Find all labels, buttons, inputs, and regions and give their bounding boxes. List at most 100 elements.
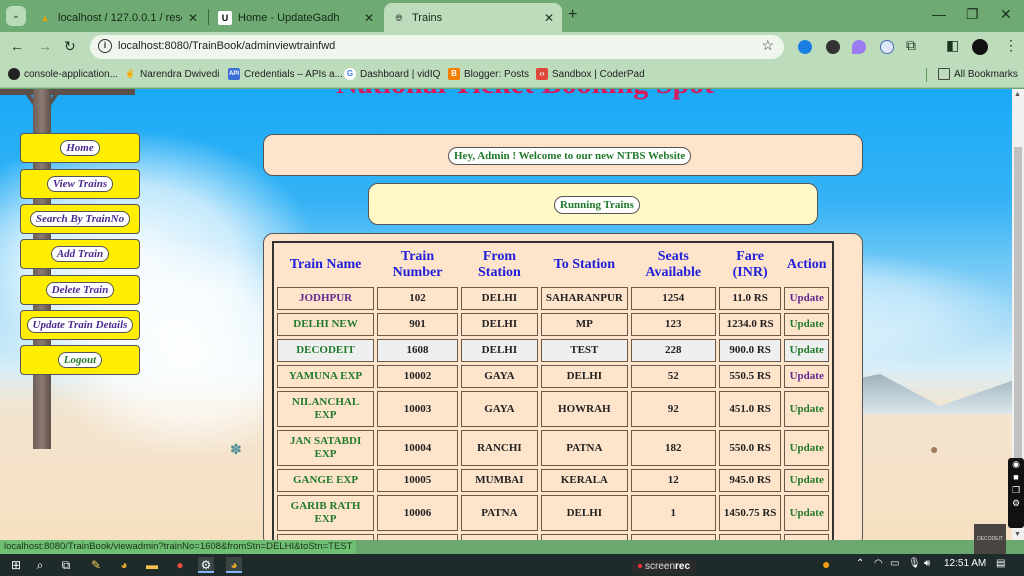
bookmarks-separator [926,68,927,82]
train-name-cell[interactable]: NILANCHAL EXP [277,391,375,427]
bookmark-item[interactable]: ‹› Sandbox | CoderPad [536,68,645,80]
extension-icon[interactable] [826,40,840,54]
bookmark-item[interactable]: B Blogger: Posts [448,68,529,80]
update-link[interactable]: Update [784,391,829,427]
close-window-button[interactable]: ✕ [1000,6,1012,23]
page-viewport: ✽ ● National Ticket Booking Spot Home Vi… [0,89,1012,540]
search-icon[interactable]: ⌕ [32,557,48,573]
gear-icon[interactable]: ⚙ [1008,497,1024,510]
to-station-cell: KERALA [540,469,628,492]
sidebar-item-view-trains[interactable]: View Trains [20,169,140,199]
tab-phpmyadmin[interactable]: ▲ localhost / 127.0.0.1 / reservatic ✕ [30,3,206,32]
profile-avatar[interactable] [972,39,988,55]
update-link[interactable]: Update [784,430,829,466]
chrome-active-icon[interactable]: ◕ [226,557,242,573]
phpmyadmin-icon: ▲ [40,12,50,23]
update-link[interactable]: Update [784,339,829,362]
menu-kebab-icon[interactable]: ⋮ [1004,37,1018,54]
scroll-down-arrow[interactable]: ▼ [1014,531,1021,538]
microphone-icon[interactable]: 🎙︎ [908,558,921,569]
sidebar-item-add-train[interactable]: Add Train [20,239,140,269]
bookmarks-bar: console-application... ✌ Narendra Dwivedi… [0,62,1024,88]
welcome-panel: Hey, Admin ! Welcome to our new NTBS Web… [263,134,863,176]
side-panel-icon[interactable]: ◧ [946,37,959,54]
bookmark-item[interactable]: ✌ Narendra Dwivedi [124,68,219,80]
train-name-cell[interactable]: DECODEIT [277,339,375,362]
update-link[interactable]: Update [784,534,829,540]
all-bookmarks-button[interactable]: All Bookmarks [938,68,1018,80]
back-button[interactable]: ← [10,38,24,54]
col-train-name: Train Name [289,257,362,272]
bookmark-star-icon[interactable]: ☆ [761,37,774,54]
train-number-cell: 10005 [377,469,458,492]
update-link[interactable]: Update [784,495,829,531]
extension-icon[interactable] [798,40,812,54]
folder-icon [938,68,950,80]
sidebar-item-update-train-details[interactable]: Update Train Details [20,310,140,340]
chrome-icon[interactable]: ◕ [116,557,132,573]
reload-button[interactable]: ↻ [64,38,76,55]
train-name-cell[interactable]: DELHI NEW [277,313,375,336]
update-link[interactable]: Update [784,287,829,310]
url-text[interactable]: localhost:8080/TrainBook/adminviewtrainf… [118,40,335,52]
update-link[interactable]: Update [784,313,829,336]
train-name-cell[interactable]: GANGE EXP [277,469,375,492]
tab-trains[interactable]: 🌐︎ Trains ✕ [384,3,562,32]
update-link[interactable]: Update [784,469,829,492]
battery-icon[interactable]: ▭ [890,558,899,569]
address-bar[interactable]: i localhost:8080/TrainBook/adminviewtrai… [90,35,784,59]
github-icon [8,68,20,80]
notepad-icon[interactable]: ✎ [88,557,104,573]
scroll-up-arrow[interactable]: ▲ [1014,91,1021,98]
link-status-url: localhost:8080/TrainBook/viewadmin?train… [0,540,357,554]
extension-icon[interactable] [852,40,866,54]
table-header-row: Train Name Train Number From Station To … [277,246,829,284]
train-name-cell[interactable]: JAN SATABDI EXP [277,430,375,466]
fare-cell: 550.5 RS [718,365,782,388]
close-tab-icon[interactable]: ✕ [364,11,374,25]
notifications-icon[interactable]: ▤ [996,558,1005,569]
tab-updategadh[interactable]: U Home - UpdateGadh ✕ [210,3,382,32]
orange-app-icon[interactable]: ● [822,556,830,572]
seats-available-cell: 1254 [630,287,716,310]
api-icon: API [228,68,240,80]
extension-icon[interactable] [880,40,894,54]
wifi-icon[interactable]: ◠ [874,558,883,569]
volume-icon[interactable]: 🔊︎ [924,558,930,569]
task-view-icon[interactable]: ⧉ [58,557,74,573]
extensions-puzzle-icon[interactable]: ⧉ [906,37,916,54]
bookmark-item[interactable]: API Credentials – APIs a... [228,68,343,80]
fare-cell: 945.0 RS [718,469,782,492]
new-tab-button[interactable]: + [568,6,577,24]
clock[interactable]: 12:51 AM [944,558,986,569]
window-icon[interactable]: ❐ [1008,484,1024,497]
train-name-cell[interactable]: YAMUNA EXP [277,365,375,388]
update-link[interactable]: Update [784,365,829,388]
sidebar-item-search-by-trainno[interactable]: Search By TrainNo [20,204,140,234]
site-info-icon[interactable]: i [98,39,112,53]
tray-chevron-icon[interactable]: ⌃ [856,558,864,569]
train-name-cell[interactable]: GARIB RATH EXP [277,495,375,531]
restore-button[interactable]: ❐ [966,6,979,23]
settings-app-icon[interactable]: ⚙ [198,557,214,573]
train-name-cell[interactable]: JODHPUR [277,287,375,310]
train-number-cell: 10006 [377,495,458,531]
sidebar-item-logout[interactable]: Logout [20,345,140,375]
close-tab-icon[interactable]: ✕ [188,11,198,25]
forward-button[interactable]: → [38,38,52,54]
sidebar-item-delete-train[interactable]: Delete Train [20,275,140,305]
to-station-cell: SAHARANPUR [540,287,628,310]
seats-available-cell: 123 [630,313,716,336]
close-tab-icon[interactable]: ✕ [544,11,554,25]
camera-icon[interactable]: ◉ [1008,458,1024,471]
tab-search-button[interactable]: ⌄ [6,6,26,26]
file-explorer-icon[interactable]: ▬ [144,557,160,573]
bookmark-item[interactable]: G Dashboard | vidIQ [344,68,440,80]
bookmark-item[interactable]: console-application... [8,68,118,80]
windows-start-icon[interactable]: ⊞ [8,557,24,573]
minimize-button[interactable]: — [932,6,946,22]
video-icon[interactable]: ■ [1008,471,1024,484]
recorder-app-icon[interactable]: ● [172,557,188,573]
sidebar-item-home[interactable]: Home [20,133,140,163]
browser-toolbar: ← → ↻ i localhost:8080/TrainBook/adminvi… [0,32,1024,62]
